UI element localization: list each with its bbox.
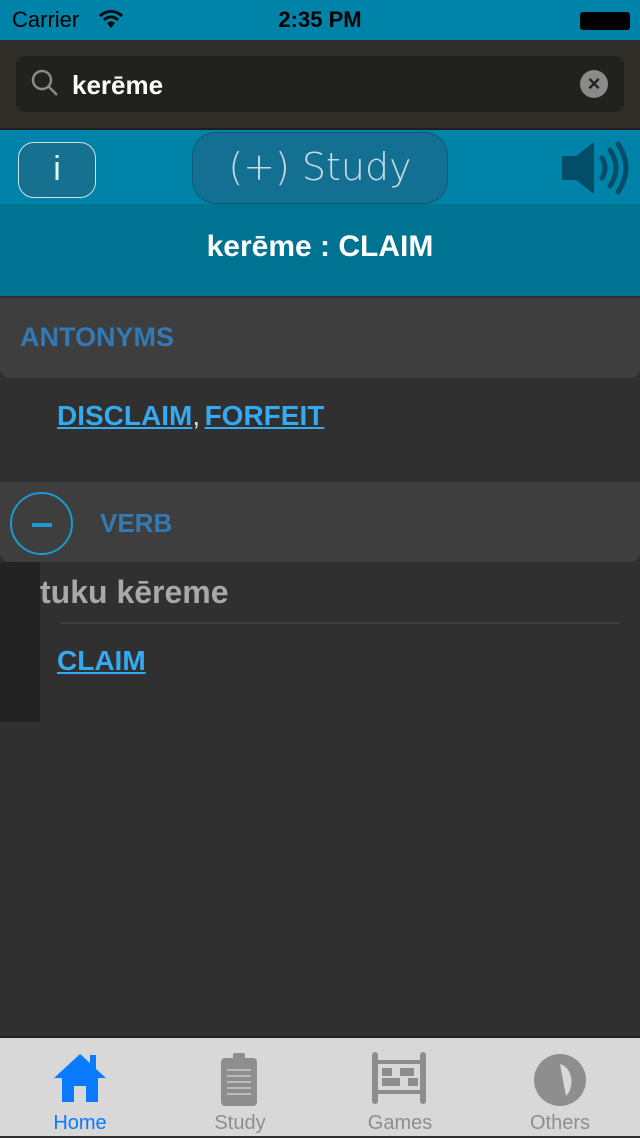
search-bar: kerēme × xyxy=(0,40,640,128)
separator: , xyxy=(192,400,201,431)
battery-icon xyxy=(580,12,630,30)
verb-title: VERB xyxy=(100,508,173,538)
tab-bar: Home Study Games Others xyxy=(0,1036,640,1136)
tab-others[interactable]: Others xyxy=(480,1038,640,1138)
study-plan-button[interactable]: (+) Study Plan xyxy=(192,132,448,257)
verb-section-header[interactable]: VERB xyxy=(0,482,640,562)
verb-phrase: tuku kēreme xyxy=(40,574,229,610)
search-value[interactable]: kerēme xyxy=(72,70,163,101)
antonyms-title: ANTONYMS xyxy=(20,322,175,352)
translation-link[interactable]: CLAIM xyxy=(57,645,146,676)
search-icon xyxy=(31,69,58,96)
pie-icon xyxy=(534,1054,586,1106)
antonym-link[interactable]: DISCLAIM xyxy=(57,400,192,431)
clock: 2:35 PM xyxy=(278,7,362,32)
tab-label: Study xyxy=(214,1112,266,1134)
home-icon xyxy=(54,1054,106,1102)
collapse-minus-icon[interactable] xyxy=(10,492,73,555)
clipboard-icon xyxy=(221,1053,257,1106)
clear-icon[interactable]: × xyxy=(580,70,608,98)
word-header: kerēme : CLAIM xyxy=(0,204,640,296)
divider xyxy=(60,622,620,624)
tab-games[interactable]: Games xyxy=(320,1038,480,1138)
antonym-link[interactable]: FORFEIT xyxy=(205,400,325,431)
search-input[interactable]: kerēme × xyxy=(16,56,624,112)
antonyms-list: DISCLAIM, FORFEIT xyxy=(57,400,324,432)
speaker-icon[interactable] xyxy=(560,140,632,196)
status-bar: Carrier 2:35 PM xyxy=(0,0,640,40)
info-button[interactable]: i xyxy=(18,142,96,198)
abacus-icon xyxy=(372,1052,426,1104)
word-toolbar: i (+) Study Plan xyxy=(0,128,640,257)
tab-study[interactable]: Study xyxy=(160,1038,320,1138)
tab-label: Others xyxy=(529,1112,591,1134)
side-strip xyxy=(0,562,40,722)
tab-label: Games xyxy=(367,1112,433,1134)
translation-list: CLAIM xyxy=(57,645,146,677)
tab-home[interactable]: Home xyxy=(0,1038,160,1138)
tab-label: Home xyxy=(53,1112,107,1134)
antonyms-section-header: ANTONYMS xyxy=(0,298,640,378)
